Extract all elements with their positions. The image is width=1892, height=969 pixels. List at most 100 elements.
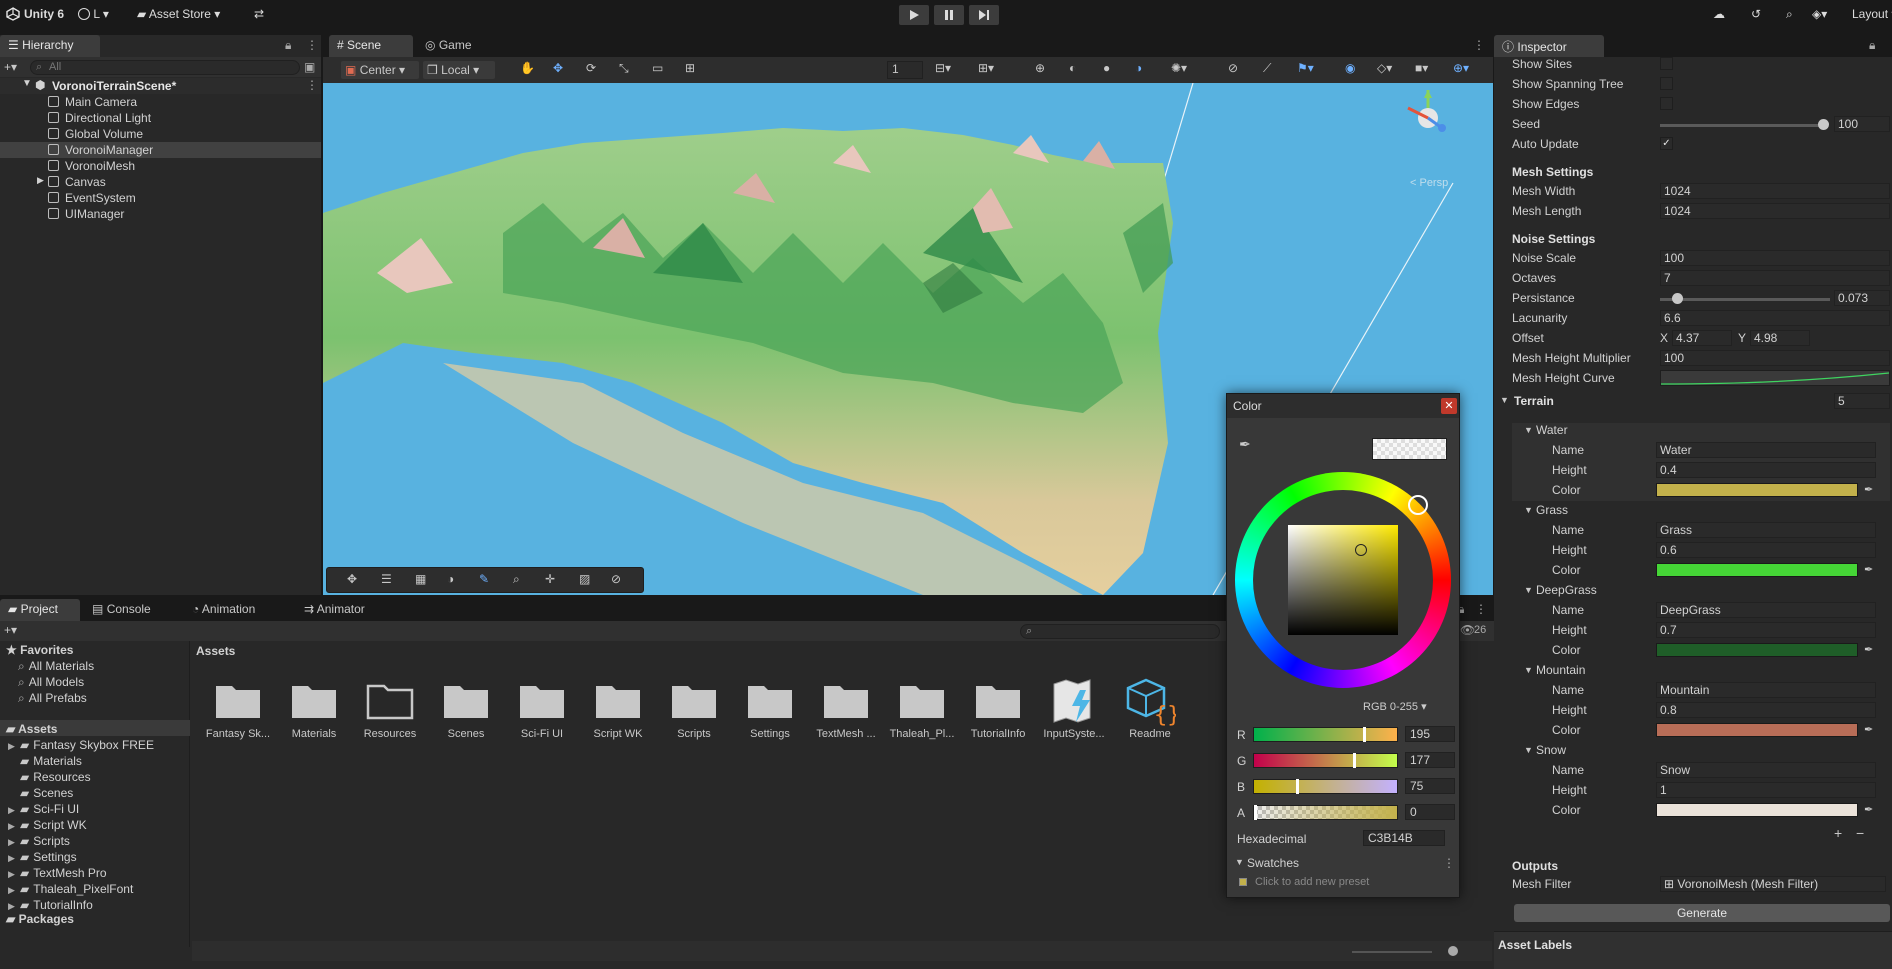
pause-button[interactable] xyxy=(934,5,964,25)
account-dropdown[interactable]: L ▾ xyxy=(78,7,124,23)
b-slider[interactable] xyxy=(1253,779,1398,794)
assets-root[interactable]: ▰ Assets xyxy=(6,722,57,736)
expand-arrow-icon[interactable]: ▶ xyxy=(8,869,20,880)
close-button[interactable]: ✕ xyxy=(1441,398,1457,414)
overlay-move-icon[interactable]: ✥ xyxy=(347,572,357,586)
overlay-sphere-icon[interactable]: ◑ xyxy=(447,572,454,586)
hierarchy-item[interactable]: Global Volume xyxy=(0,126,321,142)
icon-size-slider-thumb[interactable] xyxy=(1448,946,1458,956)
layers-toggle-icon[interactable]: ◇▾ xyxy=(1377,61,1392,79)
terrain-layer-header[interactable]: ▼ Water xyxy=(1512,423,1890,439)
layer-name-input[interactable]: Water xyxy=(1656,442,1876,458)
cloud-icon[interactable]: ☁ xyxy=(1713,7,1725,21)
pivot-dropdown[interactable]: ▣ Center ▾ xyxy=(341,61,419,79)
overlay-grid-icon[interactable]: ▦ xyxy=(415,572,426,586)
breadcrumb-assets[interactable]: Assets xyxy=(196,644,235,658)
hierarchy-item[interactable]: VoronoiManager xyxy=(0,142,321,158)
inspector-lock-icon[interactable]: 🔒︎ xyxy=(1869,38,1875,53)
terrain-layer-header[interactable]: ▼ Mountain xyxy=(1512,663,1890,679)
expand-arrow-icon[interactable]: ▶ xyxy=(8,837,20,848)
more-options-icon[interactable]: ⋮ xyxy=(306,38,318,52)
asset-grid-item[interactable]: TutorialInfo xyxy=(960,676,1036,752)
scene-more-icon[interactable]: ⋮ xyxy=(1473,38,1485,52)
scene-menu-icon[interactable]: ⋮ xyxy=(306,78,318,92)
expand-arrow-icon[interactable]: ▶ xyxy=(8,821,20,832)
hierarchy-item[interactable]: EventSystem xyxy=(0,190,321,206)
asset-grid-item[interactable]: Materials xyxy=(276,676,352,752)
asset-grid-item[interactable]: Settings xyxy=(732,676,808,752)
grid-visibility-icon[interactable]: ⊞▾ xyxy=(978,61,994,79)
asset-store-dropdown[interactable]: ▰ Asset Store ▾ xyxy=(137,7,220,21)
show-edges-checkbox[interactable] xyxy=(1660,97,1673,110)
hidden-count-icon[interactable]: 👁︎ xyxy=(1460,623,1475,637)
swatches-header[interactable]: ▼ Swatches ⋮ xyxy=(1235,856,1455,872)
favorites-header[interactable]: ★ Favorites xyxy=(6,643,73,657)
persistance-input[interactable]: 0.073 xyxy=(1834,290,1890,306)
g-slider-thumb[interactable] xyxy=(1352,753,1356,768)
terrain-header[interactable]: ▼ Terrain 5 xyxy=(1494,393,1892,411)
sv-handle[interactable] xyxy=(1355,544,1367,556)
hue-handle[interactable] xyxy=(1408,495,1428,515)
layer-name-input[interactable]: Mountain xyxy=(1656,682,1876,698)
expand-arrow-icon[interactable]: ▶ xyxy=(8,805,20,816)
asset-tree-item[interactable]: ▶ ▰ TextMesh Pro xyxy=(8,866,107,880)
layer-color-swatch[interactable] xyxy=(1656,483,1858,497)
global-icon[interactable]: ⊕ xyxy=(1035,61,1045,79)
overlay-settings-icon[interactable]: ☰ xyxy=(381,572,392,586)
rotate-tool-icon[interactable]: ⟳ xyxy=(586,61,596,79)
eyedropper-icon[interactable]: ✒ xyxy=(1864,643,1873,656)
shading-solid-icon[interactable]: ● xyxy=(1103,61,1110,79)
expand-arrow-icon[interactable]: ▶ xyxy=(8,885,20,896)
hierarchy-item[interactable]: ▶ Canvas xyxy=(0,174,321,190)
layers-icon[interactable]: ◈▾ xyxy=(1812,7,1827,21)
asset-labels-header[interactable]: Asset Labels xyxy=(1498,938,1572,952)
gizmos-icon[interactable]: ⊕▾ xyxy=(1453,61,1469,79)
scene-gizmo[interactable] xyxy=(1398,88,1458,148)
asset-grid-item[interactable]: Scripts xyxy=(656,676,732,752)
expand-arrow-icon[interactable]: ▶ xyxy=(8,853,20,864)
shading-wire-icon[interactable]: ◐ xyxy=(1069,61,1076,79)
tab-animation[interactable]: ◔ Animation xyxy=(184,599,263,621)
overlay-pan-icon[interactable]: ✛ xyxy=(545,572,555,586)
asset-grid-item[interactable]: Scenes xyxy=(428,676,504,752)
asset-grid-item[interactable]: Script WK xyxy=(580,676,656,752)
octaves-input[interactable]: 7 xyxy=(1660,270,1890,286)
expand-arrow-icon[interactable]: ▶ xyxy=(8,901,20,912)
asset-grid-item[interactable]: Thaleah_Pl... xyxy=(884,676,960,752)
eyedropper-icon[interactable]: ✒ xyxy=(1864,483,1873,496)
history-icon[interactable]: ↺ xyxy=(1751,7,1761,21)
layer-name-input[interactable]: Grass xyxy=(1656,522,1876,538)
b-input[interactable]: 75 xyxy=(1405,778,1455,794)
r-input[interactable]: 195 xyxy=(1405,726,1455,742)
asset-grid-item[interactable]: {} Readme xyxy=(1112,676,1188,752)
hex-input[interactable]: C3B14B xyxy=(1363,830,1445,846)
seed-slider-thumb[interactable] xyxy=(1818,119,1829,130)
layer-height-input[interactable]: 1 xyxy=(1656,782,1876,798)
layout-dropdown[interactable]: Layout ▾ xyxy=(1852,7,1892,21)
overlay-image-icon[interactable]: ▨ xyxy=(579,572,590,586)
auto-update-checkbox[interactable]: ✓ xyxy=(1660,137,1673,150)
b-slider-thumb[interactable] xyxy=(1295,779,1299,794)
add-button[interactable]: +▾ xyxy=(4,60,17,74)
r-slider[interactable] xyxy=(1253,727,1398,742)
grid-size-field[interactable]: 1 xyxy=(887,61,923,79)
project-add-button[interactable]: +▾ xyxy=(4,623,17,637)
lock-icon[interactable]: 🔒︎ xyxy=(285,38,291,53)
asset-tree-item[interactable]: ▶ ▰ Thaleah_PixelFont xyxy=(8,882,133,896)
eyedropper-icon[interactable]: ✒ xyxy=(1239,436,1251,453)
expand-arrow-icon[interactable]: ▶ xyxy=(37,175,44,186)
perspective-label[interactable]: < Persp xyxy=(1410,177,1448,189)
overlay-zoom-icon[interactable]: ⌕ xyxy=(513,572,520,587)
layer-name-input[interactable]: Snow xyxy=(1656,762,1876,778)
mesh-length-input[interactable]: 1024 xyxy=(1660,203,1890,219)
favorite-item[interactable]: ⌕ All Materials xyxy=(18,659,94,674)
g-input[interactable]: 177 xyxy=(1405,752,1455,768)
asset-tree-item[interactable]: ▶ ▰ TutorialInfo xyxy=(8,898,93,912)
layer-height-input[interactable]: 0.8 xyxy=(1656,702,1876,718)
favorite-item[interactable]: ⌕ All Prefabs xyxy=(18,691,87,706)
effects-icon[interactable]: ⟋ xyxy=(1263,61,1271,79)
asset-tree-item[interactable]: ▶ ▰ Settings xyxy=(8,850,77,864)
tab-animator[interactable]: ⇉ Animator xyxy=(296,599,373,621)
asset-tree-item[interactable]: ▰ Resources xyxy=(8,770,91,784)
visibility-icon[interactable]: ◉ xyxy=(1345,61,1355,79)
